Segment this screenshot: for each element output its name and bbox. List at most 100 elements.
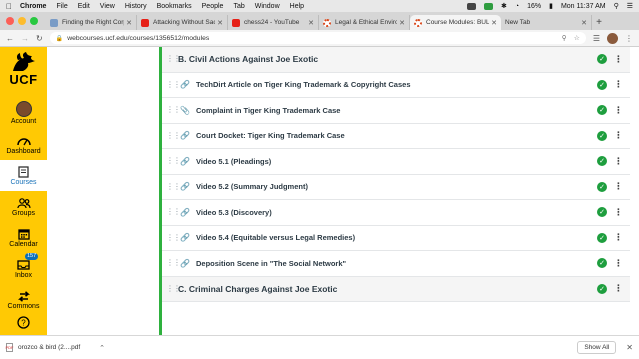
module-item[interactable]: ⋮⋮ 🔗 Video 5.3 (Discovery) ✓ ⋮ — [162, 200, 630, 226]
nav-help[interactable]: ? — [0, 315, 47, 333]
module-item[interactable]: ⋮⋮ 🔗 Deposition Scene in "The Social Net… — [162, 251, 630, 277]
menu-help[interactable]: Help — [290, 3, 304, 10]
battery-icon[interactable]: ▮ — [549, 2, 553, 10]
menu-history[interactable]: History — [125, 3, 147, 10]
item-options-icon[interactable]: ⋮ — [614, 105, 623, 115]
item-options-icon[interactable]: ⋮ — [614, 131, 623, 140]
lock-icon[interactable]: 🔒 — [56, 35, 63, 42]
nav-courses[interactable]: Courses — [0, 160, 47, 191]
module-header[interactable]: ⋮⋮ C. Criminal Charges Against Joe Exoti… — [162, 276, 630, 302]
zoom-window-button[interactable] — [30, 17, 38, 25]
menu-people[interactable]: People — [202, 3, 224, 10]
menu-file[interactable]: File — [56, 3, 67, 10]
menu-edit[interactable]: Edit — [78, 3, 90, 10]
tab-close-icon[interactable]: ✕ — [308, 19, 314, 27]
module-item-title[interactable]: Court Docket: Tiger King Trademark Case — [196, 131, 345, 140]
menu-bookmarks[interactable]: Bookmarks — [157, 3, 192, 10]
module-item[interactable]: ⋮⋮ 🔗 Video 5.4 (Equitable versus Legal R… — [162, 226, 630, 251]
drag-handle-icon[interactable]: ⋮⋮ — [166, 106, 181, 114]
battery-percent[interactable]: 16% — [527, 3, 541, 10]
drag-handle-icon[interactable]: ⋮⋮ — [166, 157, 181, 165]
address-bar[interactable]: 🔒 webcourses.ucf.edu/courses/1356512/mod… — [49, 32, 586, 44]
menu-window[interactable]: Window — [255, 3, 280, 10]
module-item-title[interactable]: Complaint in Tiger King Trademark Case — [196, 106, 340, 115]
browser-tab[interactable]: chess24 - YouTube ✕ — [228, 15, 319, 30]
apple-menu-icon[interactable]:  — [6, 2, 12, 11]
status-app-icon-2[interactable] — [483, 2, 493, 10]
nav-groups[interactable]: Groups — [0, 191, 47, 222]
close-window-button[interactable] — [6, 17, 14, 25]
drag-handle-icon[interactable]: ⋮⋮ — [166, 233, 181, 241]
module-item-title[interactable]: TechDirt Article on Tiger King Trademark… — [196, 80, 411, 89]
module-item-title[interactable]: Video 5.4 (Equitable versus Legal Remedi… — [196, 233, 355, 242]
bookmark-star-icon[interactable]: ☆ — [574, 34, 580, 42]
menu-tab[interactable]: Tab — [233, 3, 244, 10]
clock[interactable]: Mon 11:37 AM — [561, 3, 606, 10]
wifi-icon[interactable]: ◔ — [515, 3, 519, 10]
reload-icon[interactable]: ↻ — [36, 34, 43, 43]
item-options-icon[interactable]: ⋮ — [614, 80, 623, 89]
item-options-icon[interactable]: ⋮ — [614, 182, 623, 191]
module-header[interactable]: ⋮⋮ B. Civil Actions Against Joe Exotic ✓… — [162, 47, 630, 73]
forward-icon[interactable]: → — [21, 34, 29, 43]
notification-center-icon[interactable]: ☰ — [627, 2, 633, 10]
download-item[interactable]: PDF orozco & bird (2....pdf ⌃ — [6, 343, 105, 352]
tab-close-icon[interactable]: ✕ — [581, 19, 587, 27]
spotlight-search-icon[interactable]: ⚲ — [614, 2, 619, 10]
module-item[interactable]: ⋮⋮ 🔗 Video 5.2 (Summary Judgment) ✓ ⋮ — [162, 175, 630, 200]
tab-close-icon[interactable]: ✕ — [217, 19, 223, 27]
module-item[interactable]: ⋮⋮ 🔗 Video 5.1 (Pleadings) ✓ ⋮ — [162, 149, 630, 175]
module-item-title[interactable]: Video 5.1 (Pleadings) — [196, 157, 271, 166]
minimize-window-button[interactable] — [18, 17, 26, 25]
browser-tab[interactable]: New Tab ✕ — [501, 15, 592, 30]
drag-handle-icon[interactable]: ⋮⋮ — [166, 284, 181, 292]
drag-handle-icon[interactable]: ⋮⋮ — [166, 208, 181, 216]
nav-account[interactable]: Account — [0, 95, 47, 129]
menu-chrome[interactable]: Chrome — [20, 3, 46, 10]
chrome-menu-icon[interactable]: ⋮ — [625, 34, 633, 43]
module-item-title[interactable]: Video 5.2 (Summary Judgment) — [196, 182, 308, 191]
zoom-icon[interactable]: ⚲ — [562, 34, 567, 42]
tab-close-icon[interactable]: ✕ — [399, 19, 405, 27]
tab-close-icon[interactable]: ✕ — [126, 19, 132, 27]
nav-dashboard[interactable]: Dashboard — [0, 129, 47, 160]
module-title[interactable]: B. Civil Actions Against Joe Exotic — [178, 54, 318, 64]
drag-handle-icon[interactable]: ⋮⋮ — [166, 131, 181, 139]
drag-handle-icon[interactable]: ⋮⋮ — [166, 182, 181, 190]
item-options-icon[interactable]: ⋮ — [614, 233, 623, 242]
browser-tab[interactable]: Finding the Right Corp ✕ — [46, 15, 137, 30]
module-item[interactable]: ⋮⋮ 🔗 Court Docket: Tiger King Trademark … — [162, 124, 630, 149]
drag-handle-icon[interactable]: ⋮⋮ — [166, 259, 181, 267]
browser-tab[interactable]: Attacking Without Sac ✕ — [137, 15, 228, 30]
drag-handle-icon[interactable]: ⋮⋮ — [166, 80, 181, 88]
tab-close-icon[interactable]: ✕ — [491, 19, 497, 27]
close-icon[interactable]: ✕ — [626, 343, 633, 352]
new-tab-button[interactable]: + — [592, 15, 606, 30]
profile-avatar[interactable] — [607, 32, 618, 44]
extension-icon[interactable]: ☰ — [593, 34, 600, 43]
ucf-logo[interactable]: UCF — [0, 47, 47, 95]
item-options-icon[interactable]: ⋮ — [614, 258, 623, 268]
nav-inbox[interactable]: 157 Inbox — [0, 253, 47, 284]
browser-tab[interactable]: Legal & Ethical Enviro ✕ — [319, 15, 410, 30]
back-icon[interactable]: ← — [6, 34, 14, 43]
module-options-icon[interactable]: ⋮ — [614, 54, 623, 64]
chevron-up-icon[interactable]: ⌃ — [99, 344, 105, 352]
item-options-icon[interactable]: ⋮ — [614, 207, 623, 217]
nav-label: Commons — [7, 303, 40, 310]
menu-view[interactable]: View — [100, 3, 115, 10]
module-item[interactable]: ⋮⋮ 📎 Complaint in Tiger King Trademark C… — [162, 98, 630, 124]
browser-tab-active[interactable]: Course Modules: BUL3 ✕ — [410, 15, 501, 30]
module-title[interactable]: C. Criminal Charges Against Joe Exotic — [178, 284, 337, 294]
item-options-icon[interactable]: ⋮ — [614, 156, 623, 166]
module-item-title[interactable]: Deposition Scene in "The Social Network" — [196, 259, 346, 268]
module-item-title[interactable]: Video 5.3 (Discovery) — [196, 208, 272, 217]
show-all-button[interactable]: Show All — [577, 341, 617, 354]
nav-calendar[interactable]: Calendar — [0, 222, 47, 253]
module-item[interactable]: ⋮⋮ 🔗 TechDirt Article on Tiger King Trad… — [162, 73, 630, 98]
bluetooth-icon[interactable]: ✱ — [501, 2, 507, 10]
module-options-icon[interactable]: ⋮ — [614, 284, 623, 293]
drag-handle-icon[interactable]: ⋮⋮ — [166, 55, 181, 63]
status-app-icon[interactable] — [466, 2, 476, 10]
nav-commons[interactable]: Commons — [0, 284, 47, 315]
